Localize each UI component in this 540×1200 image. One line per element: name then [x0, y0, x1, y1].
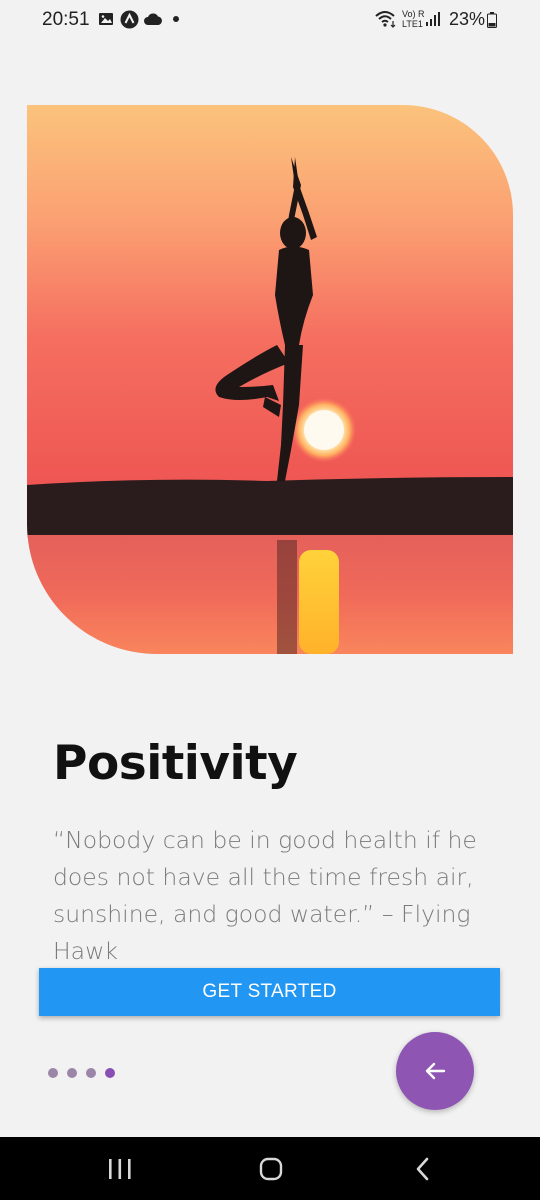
page-dot-3[interactable] [86, 1068, 96, 1078]
back-button[interactable] [383, 1137, 463, 1200]
home-icon [259, 1157, 283, 1180]
status-time: 20:51 [42, 9, 90, 30]
status-bar: 20:51 Vo) R LTE1 23% [0, 0, 540, 40]
more-notifications-dot [173, 16, 179, 22]
back-icon [416, 1157, 429, 1180]
page-dot-4-active[interactable] [105, 1068, 115, 1078]
recents-icon [109, 1158, 131, 1179]
home-button[interactable] [231, 1137, 311, 1200]
gallery-icon [98, 11, 114, 32]
battery-percentage: 23% [449, 9, 486, 29]
page-indicator [48, 1068, 115, 1078]
previous-page-button[interactable] [396, 1032, 474, 1110]
onboarding-screen: 20:51 Vo) R LTE1 23% Positivity “Nobody … [0, 0, 540, 1200]
page-dot-2[interactable] [67, 1068, 77, 1078]
signal-icon [425, 11, 441, 32]
yoga-sunset-illustration [27, 105, 513, 654]
cloud-icon [143, 12, 163, 31]
arrow-left-icon [425, 1062, 446, 1080]
hero-image [27, 105, 513, 654]
page-dot-1[interactable] [48, 1068, 58, 1078]
onboarding-quote: “Nobody can be in good health if he does… [53, 826, 477, 965]
app-notification-icon [120, 10, 139, 34]
recents-button[interactable] [80, 1137, 160, 1200]
battery-icon [487, 12, 497, 33]
system-navigation-bar [0, 1137, 540, 1200]
get-started-button[interactable]: GET STARTED [39, 968, 500, 1016]
wifi-icon [374, 10, 398, 33]
onboarding-title: Positivity [53, 736, 298, 791]
